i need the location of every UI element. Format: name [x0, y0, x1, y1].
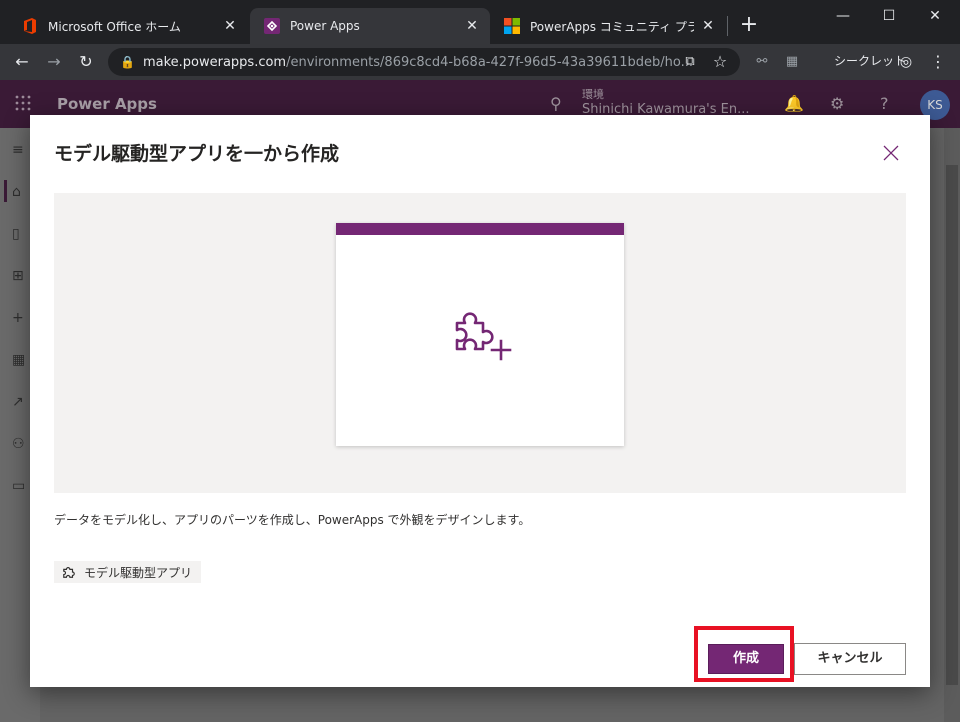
close-icon[interactable]: ✕ — [700, 18, 716, 34]
bookmark-star-icon[interactable]: ☆ — [708, 50, 732, 74]
office-icon — [22, 18, 38, 34]
new-tab-button[interactable]: + — [737, 14, 761, 38]
microsoft-icon — [504, 18, 520, 34]
solutions-icon[interactable]: ▭ — [12, 478, 28, 494]
translate-icon[interactable]: ⧉ — [678, 50, 702, 74]
tab-separator — [727, 16, 728, 36]
puzzle-icon — [63, 567, 75, 578]
cancel-button[interactable]: キャンセル — [794, 643, 906, 675]
extension-icon[interactable]: ▦ — [780, 50, 804, 74]
forward-icon[interactable]: → — [42, 50, 66, 74]
nav-selected-indicator — [4, 180, 7, 202]
create-button[interactable]: 作成 — [708, 644, 784, 674]
app-preview-header-bar — [336, 223, 624, 235]
gear-icon[interactable]: ⚙ — [830, 94, 844, 113]
app-type-label: モデル駆動型アプリ — [84, 565, 193, 580]
puzzle-add-icon — [451, 307, 515, 363]
help-icon[interactable]: ? — [880, 94, 889, 113]
environment-label: 環境 — [582, 88, 604, 101]
hamburger-icon[interactable]: ≡ — [12, 142, 28, 158]
home-icon[interactable]: ⌂ — [12, 184, 28, 200]
reload-icon[interactable]: ↻ — [74, 50, 98, 74]
tab-power-apps[interactable]: Power Apps ✕ — [250, 8, 490, 44]
ai-builder-icon[interactable]: ⚇ — [12, 436, 28, 452]
flows-icon[interactable]: ↗ — [12, 394, 28, 410]
app-type-tag: モデル駆動型アプリ — [54, 561, 202, 583]
extension-icon[interactable]: ⚯ — [750, 50, 774, 74]
address-bar[interactable]: 🔒 make.powerapps.com/environments/869c8c… — [108, 48, 740, 76]
lock-icon: 🔒 — [120, 55, 135, 69]
app-name: Power Apps — [57, 95, 157, 113]
scrollbar-thumb[interactable] — [946, 165, 958, 685]
close-icon[interactable]: ✕ — [222, 18, 238, 34]
create-icon[interactable]: + — [12, 310, 28, 326]
powerapps-icon — [264, 18, 280, 34]
maximize-button[interactable]: ☐ — [866, 4, 912, 28]
dialog-description: データをモデル化し、アプリのパーツを作成し、PowerApps で外観をデザイン… — [54, 513, 531, 527]
app-preview-card — [336, 223, 624, 446]
dialog-title: モデル駆動型アプリを一から作成 — [54, 143, 340, 165]
learn-icon[interactable]: ▯ — [12, 226, 28, 242]
close-icon[interactable] — [882, 144, 902, 164]
back-icon[interactable]: ← — [10, 50, 34, 74]
window-close-button[interactable]: ✕ — [912, 4, 958, 28]
apps-icon[interactable]: ⊞ — [12, 268, 28, 284]
bell-icon[interactable]: 🔔 — [784, 94, 804, 113]
preview-area — [54, 193, 906, 493]
environment-icon: ⚲ — [550, 94, 562, 113]
waffle-icon[interactable] — [14, 94, 34, 114]
tab-community-plan[interactable]: PowerApps コミュニティ プラン -- 個人 ✕ — [490, 8, 726, 44]
create-model-driven-app-dialog: モデル駆動型アプリを一から作成 データをモデル化し、アプリのパーツを作成し、Po… — [30, 115, 930, 687]
incognito-icon[interactable]: ◎ — [894, 50, 918, 74]
close-icon[interactable]: ✕ — [464, 18, 480, 34]
minimize-button[interactable]: — — [820, 4, 866, 28]
menu-icon[interactable]: ⋮ — [926, 50, 950, 74]
browser-toolbar: ← → ↻ 🔒 make.powerapps.com/environments/… — [0, 44, 960, 80]
tab-office[interactable]: Microsoft Office ホーム ✕ — [8, 8, 248, 44]
browser-tabbar: Microsoft Office ホーム ✕ Power Apps ✕ Powe… — [0, 0, 960, 44]
data-icon[interactable]: ▦ — [12, 352, 28, 368]
